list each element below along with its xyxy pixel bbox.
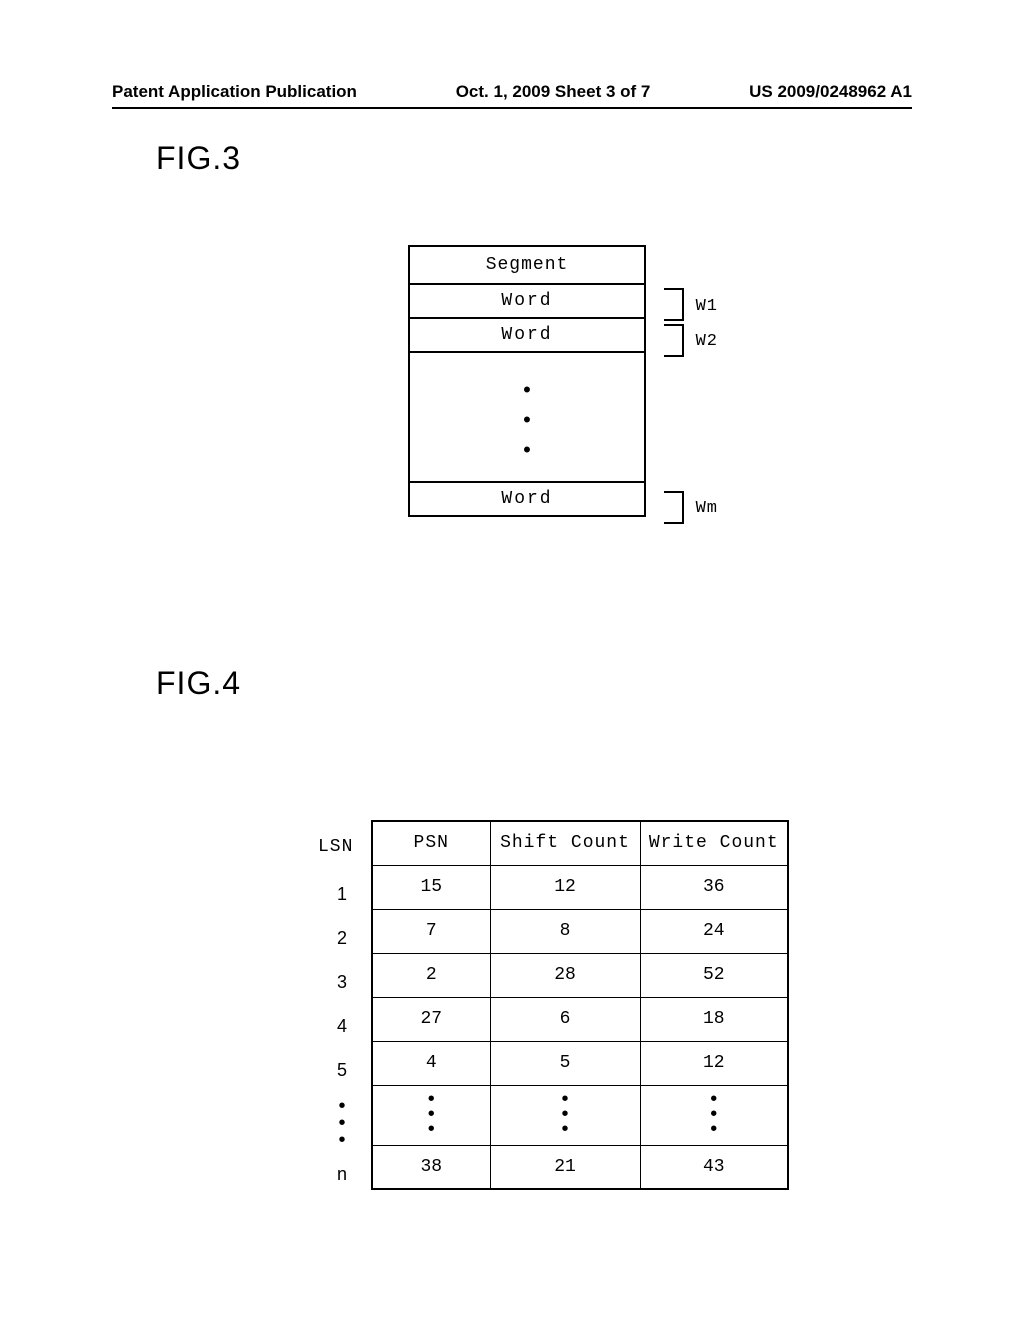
table-row: 2 28 52 bbox=[372, 953, 788, 997]
table-header-row: PSN Shift Count Write Count bbox=[372, 821, 788, 865]
table-ellipsis-row: ••• ••• ••• bbox=[372, 1085, 788, 1145]
lsn-n: n bbox=[322, 1152, 362, 1196]
table-row: 15 12 36 bbox=[372, 865, 788, 909]
shift-cell: 12 bbox=[490, 865, 640, 909]
shift-cell: 21 bbox=[490, 1145, 640, 1189]
segment-diagram: Segment Word Word ••• Word W1 W2 Wm bbox=[408, 245, 646, 517]
write-cell: 36 bbox=[640, 865, 788, 909]
dots-cell: ••• bbox=[490, 1085, 640, 1145]
label-wm: Wm bbox=[696, 499, 718, 518]
shift-cell: 28 bbox=[490, 953, 640, 997]
lsn-ellipsis: ••• bbox=[322, 1092, 362, 1152]
write-cell: 43 bbox=[640, 1145, 788, 1189]
psn-cell: 15 bbox=[372, 865, 490, 909]
lsn-3: 3 bbox=[322, 960, 362, 1004]
lsn-1: 1 bbox=[322, 872, 362, 916]
label-w2: W2 bbox=[696, 332, 718, 351]
write-cell: 18 bbox=[640, 997, 788, 1041]
psn-cell: 4 bbox=[372, 1041, 490, 1085]
bracket-w1 bbox=[664, 288, 684, 321]
table-row: 38 21 43 bbox=[372, 1145, 788, 1189]
header-rule bbox=[112, 107, 912, 109]
table-row: 27 6 18 bbox=[372, 997, 788, 1041]
segment-title: Segment bbox=[410, 247, 644, 285]
dots-cell: ••• bbox=[640, 1085, 788, 1145]
page-header: Patent Application Publication Oct. 1, 2… bbox=[112, 82, 912, 102]
lsn-4: 4 bbox=[322, 1004, 362, 1048]
write-header: Write Count bbox=[640, 821, 788, 865]
write-cell: 52 bbox=[640, 953, 788, 997]
header-center: Oct. 1, 2009 Sheet 3 of 7 bbox=[456, 82, 651, 102]
psn-header: PSN bbox=[372, 821, 490, 865]
shift-header: Shift Count bbox=[490, 821, 640, 865]
figure-4-label: FIG.4 bbox=[156, 665, 241, 702]
write-cell: 12 bbox=[640, 1041, 788, 1085]
word-ellipsis: ••• bbox=[410, 353, 644, 483]
bracket-w2 bbox=[664, 324, 684, 357]
psn-cell: 27 bbox=[372, 997, 490, 1041]
fig4-table: PSN Shift Count Write Count 15 12 36 7 8… bbox=[371, 820, 789, 1190]
psn-cell: 2 bbox=[372, 953, 490, 997]
header-left: Patent Application Publication bbox=[112, 82, 357, 102]
word-row-1: Word bbox=[410, 285, 644, 319]
shift-cell: 6 bbox=[490, 997, 640, 1041]
word-row-m: Word bbox=[410, 483, 644, 515]
lsn-column: 1 2 3 4 5 ••• n bbox=[322, 872, 362, 1196]
table-row: 4 5 12 bbox=[372, 1041, 788, 1085]
header-right: US 2009/0248962 A1 bbox=[749, 82, 912, 102]
label-w1: W1 bbox=[696, 297, 718, 316]
table-row: 7 8 24 bbox=[372, 909, 788, 953]
shift-cell: 5 bbox=[490, 1041, 640, 1085]
shift-cell: 8 bbox=[490, 909, 640, 953]
lsn-5: 5 bbox=[322, 1048, 362, 1092]
word-row-2: Word bbox=[410, 319, 644, 353]
psn-cell: 38 bbox=[372, 1145, 490, 1189]
lsn-2: 2 bbox=[322, 916, 362, 960]
lsn-header: LSN bbox=[318, 837, 353, 857]
bracket-wm bbox=[664, 491, 684, 524]
psn-cell: 7 bbox=[372, 909, 490, 953]
figure-3-label: FIG.3 bbox=[156, 140, 241, 177]
dots-cell: ••• bbox=[372, 1085, 490, 1145]
write-cell: 24 bbox=[640, 909, 788, 953]
